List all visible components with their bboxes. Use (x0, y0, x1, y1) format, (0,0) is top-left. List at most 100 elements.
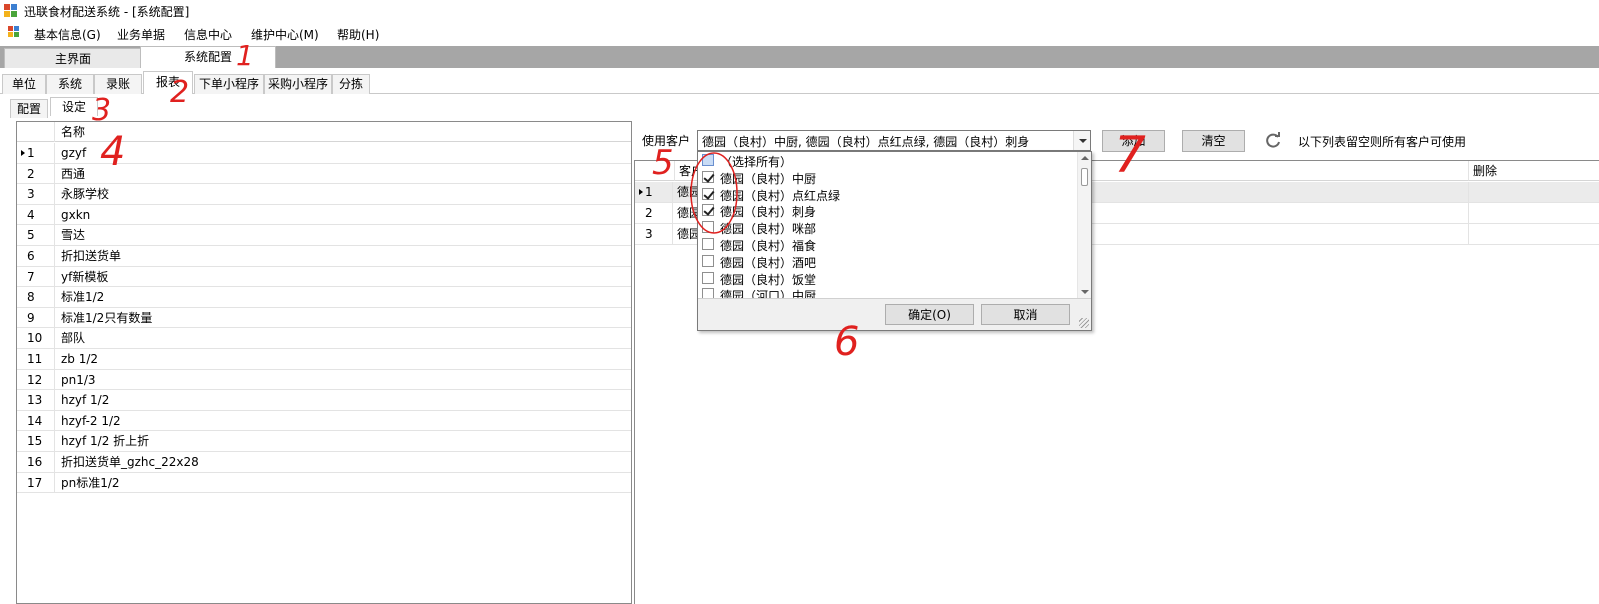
scroll-down-icon[interactable] (1081, 290, 1089, 294)
column-header-name[interactable]: 名称 (57, 122, 85, 142)
dropdown-scrollbar[interactable] (1077, 152, 1091, 298)
checklist-item[interactable]: 德园（良村）福食 (698, 236, 1078, 253)
table-row[interactable]: 13 hzyf 1/2 (17, 390, 631, 411)
checklist-item[interactable]: 德园（良村）中厨 (698, 169, 1078, 186)
checklist-item[interactable]: 德园（良村）饭堂 (698, 270, 1078, 287)
tab-bookkeeping[interactable]: 录账 (94, 74, 142, 94)
customer-combobox[interactable]: 德园（良村）中厨, 德园（良村）点红点绿, 德园（良村）刺身 (697, 130, 1091, 151)
template-name-cell[interactable]: hzyf 1/2 折上折 (57, 431, 149, 451)
tab-main-interface[interactable]: 主界面 (4, 48, 142, 68)
row-index: 4 (17, 204, 55, 225)
column-header-delete[interactable]: 删除 (1468, 161, 1599, 181)
report-template-grid[interactable]: 名称 1 gzyf 2 西通 3 永豚学校 4 gxkn 5 雪达 6 折扣送货单 7 yf新模板 8 标准1… (16, 121, 632, 604)
table-row[interactable]: 3 永豚学校 (17, 184, 631, 205)
row-index: 1 (17, 143, 55, 163)
hint-text: 以下列表留空则所有客户可使用 (1298, 135, 1467, 149)
row-index: 14 (17, 410, 55, 431)
tab-unit[interactable]: 单位 (2, 74, 46, 94)
table-row[interactable]: 6 折扣送货单 (17, 246, 631, 267)
row-index: 10 (17, 328, 55, 348)
table-row[interactable]: 7 yf新模板 (17, 266, 631, 288)
row-index: 16 (17, 452, 55, 472)
template-name-cell[interactable]: 部队 (57, 328, 85, 348)
checkbox[interactable] (702, 238, 714, 250)
template-name-cell[interactable]: 标准1/2 (57, 287, 104, 307)
table-row[interactable]: 14 hzyf-2 1/2 (17, 410, 631, 432)
table-row[interactable]: 17 pn标准1/2 (17, 472, 631, 494)
template-name-cell[interactable]: gxkn (57, 205, 90, 225)
row-index: 2 (635, 203, 673, 223)
clear-button[interactable]: 清空 (1182, 130, 1245, 152)
checklist-item-label: 德园（良村）酒吧 (720, 255, 817, 270)
row-index: 8 (17, 287, 55, 307)
template-name-cell[interactable]: hzyf 1/2 (57, 390, 109, 410)
template-name-cell[interactable]: gzyf (57, 143, 86, 163)
template-name-cell[interactable]: pn标准1/2 (57, 473, 120, 493)
menu-info-center[interactable]: 信息中心 (184, 26, 232, 43)
template-name-cell[interactable]: yf新模板 (57, 267, 108, 287)
tab-setting[interactable]: 设定 (50, 97, 98, 116)
resize-grip-icon[interactable] (1079, 318, 1089, 328)
table-row[interactable]: 4 gxkn (17, 204, 631, 226)
tab-sorting[interactable]: 分拣 (332, 74, 370, 94)
row-index: 12 (17, 369, 55, 390)
table-row[interactable]: 5 雪达 (17, 225, 631, 246)
table-row[interactable]: 8 标准1/2 (17, 287, 631, 308)
checklist-item[interactable]: 德园（良村）刺身 (698, 202, 1078, 219)
table-row[interactable]: 10 部队 (17, 328, 631, 349)
template-name-cell[interactable]: hzyf-2 1/2 (57, 411, 121, 431)
template-name-cell[interactable]: 永豚学校 (57, 184, 109, 204)
checklist-item[interactable]: （选择所有） (698, 152, 1078, 169)
tab-system-config[interactable]: 系统配置 (140, 46, 276, 68)
dropdown-footer: 确定(O) 取消 (698, 298, 1091, 330)
ok-button[interactable]: 确定(O) (885, 304, 974, 325)
annotation-6: 6 (834, 319, 860, 365)
table-row[interactable]: 9 标准1/2只有数量 (17, 307, 631, 329)
row-index: 2 (17, 163, 55, 184)
customer-dropdown-popup[interactable]: （选择所有） 德园（良村）中厨 德园（良村）点红点绿 德园（良村）刺身 德园（良村）咪部… (697, 151, 1092, 331)
mdi-window-icon[interactable] (8, 26, 20, 38)
template-name-cell[interactable]: 西通 (57, 164, 85, 184)
template-name-cell[interactable]: 标准1/2只有数量 (57, 308, 152, 328)
delete-cell[interactable] (1468, 182, 1599, 202)
template-name-cell[interactable]: 雪达 (57, 225, 85, 245)
menu-help[interactable]: 帮助(H) (337, 26, 379, 43)
tab-purchase-miniprogram[interactable]: 采购小程序 (264, 74, 332, 94)
checkbox[interactable] (702, 271, 714, 284)
checklist-item[interactable]: 德园（河口）中厨 (698, 286, 1078, 298)
row-header-corner (17, 122, 55, 142)
menu-maintenance-center[interactable]: 维护中心(M) (251, 26, 319, 43)
row-index: 17 (17, 472, 55, 493)
tab-order-miniprogram[interactable]: 下单小程序 (194, 74, 264, 94)
delete-cell[interactable] (1468, 224, 1599, 244)
template-name-cell[interactable]: zb 1/2 (57, 349, 98, 369)
checklist-item[interactable]: 德园（良村）咪部 (698, 219, 1078, 236)
menu-basic-info[interactable]: 基本信息(G) (34, 26, 101, 43)
checklist-item-label: 德园（良村）饭堂 (720, 272, 817, 287)
refresh-icon[interactable] (1263, 131, 1283, 151)
checkbox[interactable] (702, 254, 714, 267)
table-row[interactable]: 11 zb 1/2 (17, 349, 631, 370)
template-name-cell[interactable]: 折扣送货单_gzhc_22x28 (57, 452, 199, 472)
table-row[interactable]: 15 hzyf 1/2 折上折 (17, 431, 631, 452)
template-name-cell[interactable]: pn1/3 (57, 370, 96, 390)
checklist-item[interactable]: 德园（良村）点红点绿 (698, 186, 1078, 203)
delete-cell[interactable] (1468, 203, 1599, 223)
menu-business-docs[interactable]: 业务单据 (117, 26, 165, 43)
table-row[interactable]: 12 pn1/3 (17, 369, 631, 391)
title-bar (0, 0, 1599, 22)
table-row[interactable]: 16 折扣送货单_gzhc_22x28 (17, 452, 631, 473)
dropdown-arrow-icon[interactable] (1073, 131, 1090, 150)
template-name-cell[interactable]: 折扣送货单 (57, 246, 121, 266)
tab-system[interactable]: 系统 (46, 74, 94, 94)
row-index: 1 (635, 182, 673, 202)
checkbox[interactable] (702, 288, 714, 298)
checklist-item[interactable]: 德园（良村）酒吧 (698, 253, 1078, 270)
scroll-thumb[interactable] (1081, 168, 1088, 186)
scroll-up-icon[interactable] (1081, 156, 1089, 160)
tab-config[interactable]: 配置 (10, 99, 48, 118)
cancel-button[interactable]: 取消 (981, 304, 1070, 325)
annotation-7: 7 (1114, 126, 1146, 184)
row-index: 11 (17, 349, 55, 369)
customer-checklist[interactable]: （选择所有） 德园（良村）中厨 德园（良村）点红点绿 德园（良村）刺身 德园（良村）咪部… (698, 152, 1078, 298)
